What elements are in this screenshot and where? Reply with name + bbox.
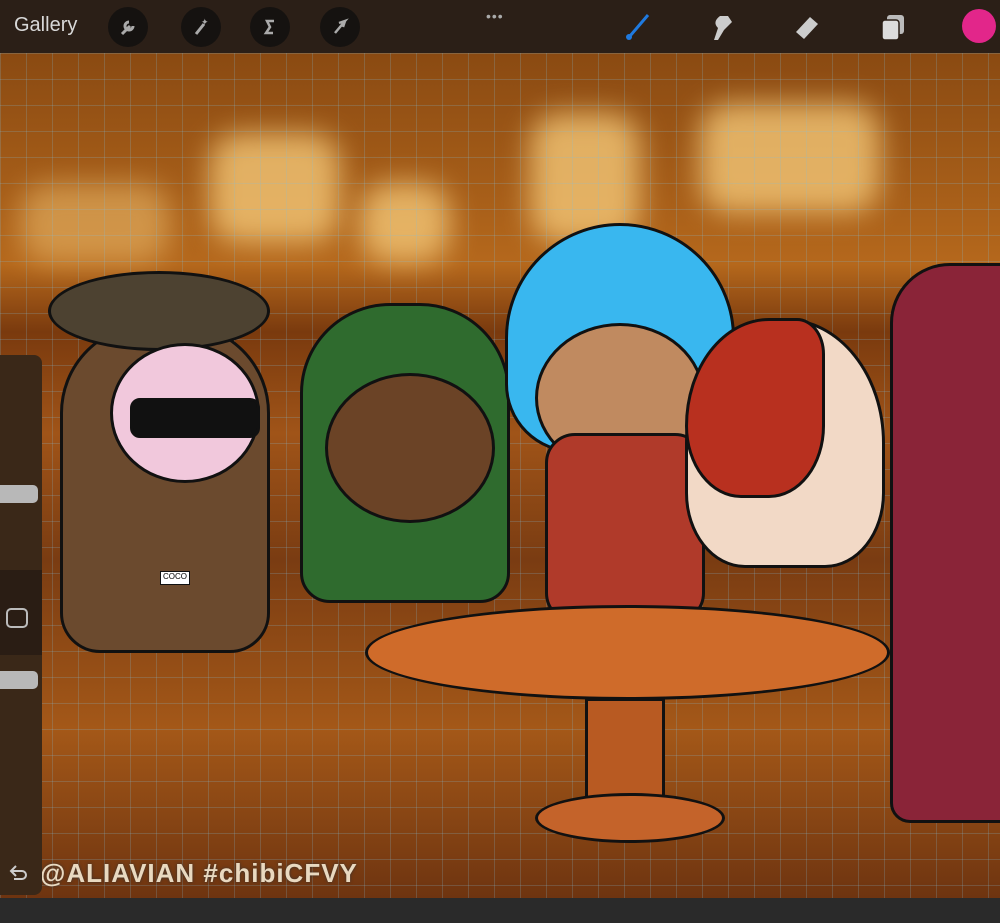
brush-button[interactable] [620, 10, 654, 44]
svg-text:✦: ✦ [201, 17, 209, 27]
selection-icon [263, 19, 274, 35]
watermark: @ALIAVIAN #chibiCFVY [40, 858, 358, 888]
modify-square-button[interactable] [6, 608, 28, 628]
table-base [535, 793, 725, 843]
left-sidebar [0, 355, 42, 895]
wrench-icon [120, 20, 135, 36]
undo-icon[interactable] [8, 863, 30, 883]
layers-icon [881, 15, 904, 41]
brush-icon [626, 14, 650, 40]
eraser-button[interactable] [790, 10, 824, 44]
beret [48, 271, 270, 351]
drawing-canvas[interactable]: COCO [0, 53, 1000, 898]
more-handle[interactable]: ••• [486, 8, 504, 24]
transform-button[interactable] [320, 7, 360, 47]
selection-button[interactable] [250, 7, 290, 47]
sunglasses [130, 398, 260, 438]
smudge-button[interactable] [704, 10, 738, 44]
face [325, 373, 495, 523]
eraser-icon [796, 17, 818, 39]
gallery-button[interactable]: Gallery [14, 14, 77, 37]
smudge-icon [714, 16, 732, 40]
character-right [890, 263, 1000, 823]
name-tag: COCO [160, 571, 190, 585]
brush-size-slider[interactable] [0, 485, 38, 503]
jacket [545, 433, 705, 623]
top-toolbar: Gallery ✦ ••• [0, 0, 1000, 53]
layers-button[interactable] [876, 10, 910, 44]
opacity-slider[interactable] [0, 671, 38, 689]
bottom-bar [0, 898, 1000, 923]
magic-wand-icon: ✦ [194, 17, 209, 35]
transform-arrow-icon [334, 18, 349, 34]
table [365, 605, 890, 700]
adjustments-button[interactable]: ✦ [181, 7, 221, 47]
actions-wrench-button[interactable] [108, 7, 148, 47]
color-picker-button[interactable] [962, 9, 996, 43]
